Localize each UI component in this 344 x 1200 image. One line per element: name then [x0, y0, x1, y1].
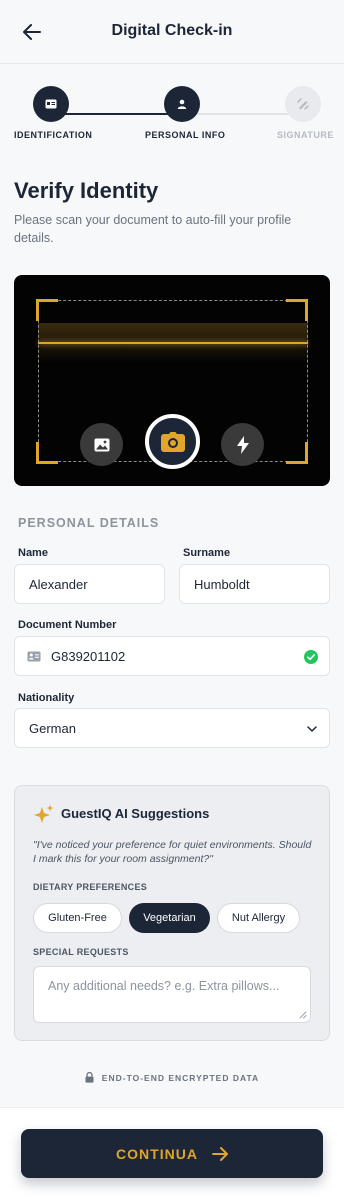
signature-icon [297, 98, 309, 110]
check-circle-icon [304, 650, 318, 664]
surname-value: Humboldt [194, 576, 250, 592]
nationality-label: Nationality [18, 692, 75, 704]
special-requests-textarea[interactable]: Any additional needs? e.g. Extra pillows… [33, 966, 311, 1023]
stepper-line-complete [50, 113, 184, 115]
stepper-line-pending [184, 113, 304, 115]
chip-nut-allergy[interactable]: Nut Allergy [217, 903, 300, 933]
special-requests-label: SPECIAL REQUESTS [33, 947, 129, 957]
user-icon [177, 99, 187, 109]
chip-gluten-free[interactable]: Gluten-Free [33, 903, 122, 933]
gallery-button[interactable] [80, 423, 123, 466]
ai-suggestions-card: GuestIQ AI Suggestions "I've noticed you… [14, 785, 330, 1041]
encryption-notice: END-TO-END ENCRYPTED DATA [0, 1072, 344, 1083]
surname-field[interactable]: Humboldt [179, 564, 330, 604]
sparkle-icon [34, 804, 54, 823]
name-label: Name [18, 547, 48, 559]
step-personal-info[interactable] [164, 86, 200, 122]
continue-label: CONTINUA [116, 1145, 198, 1162]
surname-label: Surname [183, 547, 231, 559]
lock-icon [85, 1072, 94, 1083]
nationality-select[interactable]: German [14, 708, 330, 748]
capture-button[interactable] [145, 414, 200, 469]
document-number-field[interactable]: G839201102 [14, 636, 330, 676]
section-title: Verify Identity [14, 178, 159, 203]
flash-button[interactable] [221, 423, 264, 466]
id-badge-icon [27, 651, 41, 661]
scan-corner [36, 299, 58, 321]
chevron-down-icon [307, 726, 317, 732]
ai-suggestions-title: GuestIQ AI Suggestions [61, 806, 210, 821]
personal-details-heading: PERSONAL DETAILS [18, 516, 160, 530]
document-number-label: Document Number [18, 619, 117, 631]
continue-button[interactable]: CONTINUA [21, 1129, 323, 1178]
chip-vegetarian[interactable]: Vegetarian [129, 903, 210, 933]
scan-line [38, 342, 308, 344]
camera-icon [160, 431, 185, 452]
step-signature[interactable] [285, 86, 321, 122]
document-number-value: G839201102 [51, 648, 126, 664]
progress-stepper: IDENTIFICATION PERSONAL INFO SIGNATURE [0, 84, 344, 144]
scan-corner [286, 442, 308, 464]
section-subtitle: Please scan your document to auto-fill y… [14, 213, 292, 245]
name-field[interactable]: Alexander [14, 564, 165, 604]
resize-handle-icon[interactable] [299, 1011, 307, 1019]
step-label-signature: SIGNATURE [277, 130, 334, 140]
nationality-value: German [29, 720, 76, 736]
scan-corner [286, 299, 308, 321]
ai-suggestion-quote: "I've noticed your preference for quiet … [33, 839, 312, 865]
step-label-personal-info: PERSONAL INFO [145, 130, 226, 140]
dietary-preferences-label: DIETARY PREFERENCES [33, 882, 148, 892]
flash-icon [236, 435, 249, 454]
image-icon [94, 438, 109, 451]
page-title: Digital Check-in [111, 22, 233, 39]
app-header: Digital Check-in [0, 0, 344, 64]
document-scanner[interactable] [14, 275, 330, 486]
name-value: Alexander [29, 576, 88, 592]
scan-corner [36, 442, 58, 464]
special-requests-placeholder: Any additional needs? e.g. Extra pillows… [48, 979, 280, 993]
step-identification[interactable] [33, 86, 69, 122]
encryption-text: END-TO-END ENCRYPTED DATA [101, 1072, 260, 1083]
id-card-icon [45, 99, 57, 109]
step-label-identification: IDENTIFICATION [14, 130, 93, 140]
arrow-right-icon [211, 1146, 228, 1161]
